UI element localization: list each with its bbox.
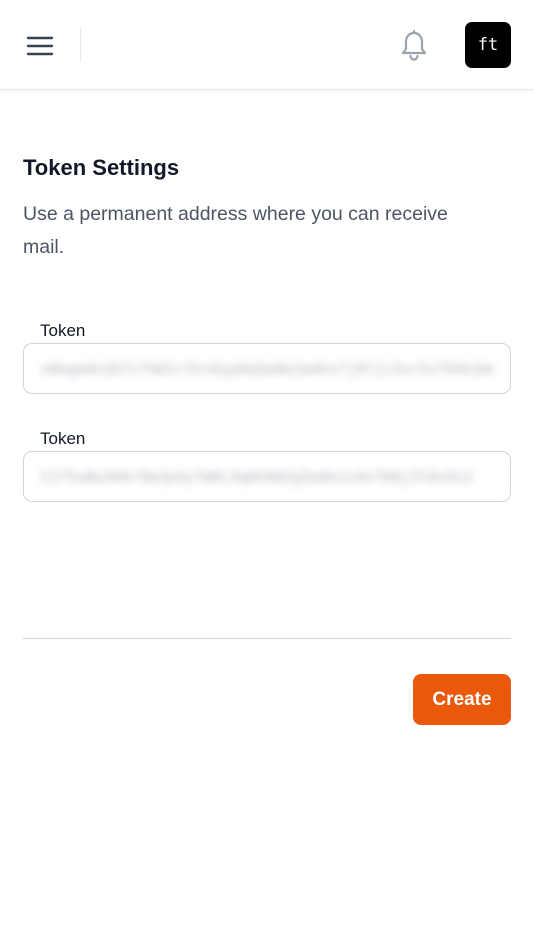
hamburger-menu-icon [26,36,54,56]
token-field-label-1: Token [40,321,86,340]
page-title: Token Settings [23,155,180,180]
token-settings-section: Token Settings Use a permanent address w… [23,150,511,264]
user-avatar[interactable]: ft [465,22,511,68]
token-value-1: x8kgm4n2b7cf9d1r3tv6yp0q5w8e2a4hs7j9l1z3… [40,359,494,378]
create-button[interactable]: Create [413,674,511,725]
avatar-initials: ft [477,35,499,55]
menu-button[interactable] [24,31,56,61]
header-divider [80,28,81,62]
top-navigation-bar: ft [0,0,534,90]
token-input-1[interactable]: x8kgm4n2b7cf9d1r3tv6yp0q5w8e2a4hs7j9l1z3… [23,343,511,394]
page-description: Use a permanent address where you can re… [23,203,448,258]
token-input-2[interactable]: t1f5u8w3k6r9a2p4y7m0c3q6h9d2g5e8n1s4v7b0… [23,451,511,502]
notifications-button[interactable] [398,29,430,63]
bell-icon [401,30,427,61]
token-value-2: t1f5u8w3k6r9a2p4y7m0c3q6h9d2g5e8n1s4v7b0… [40,467,474,486]
section-divider [23,638,511,639]
token-field-label-2: Token [40,429,86,448]
